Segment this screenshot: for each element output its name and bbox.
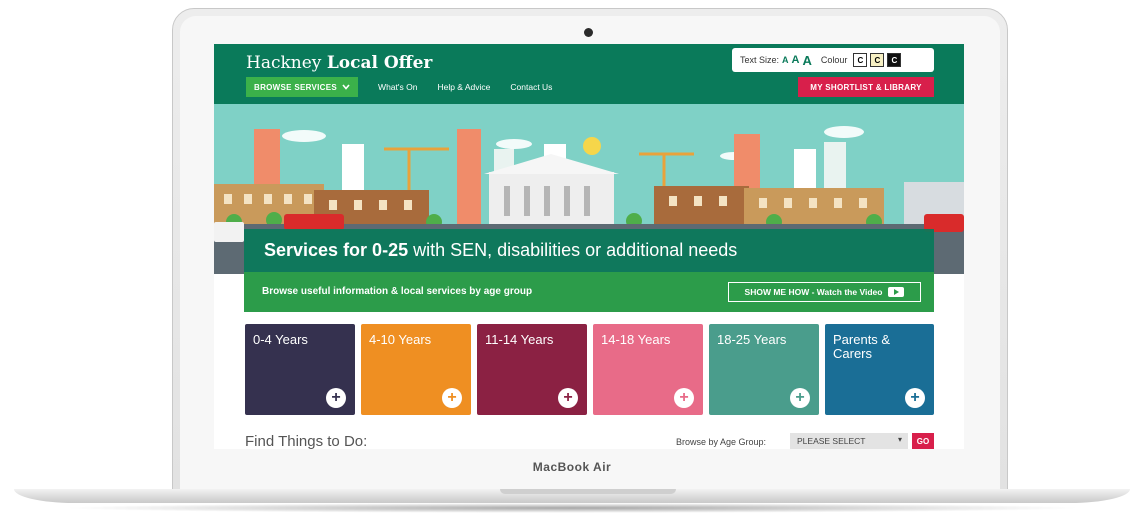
tile-label: 4-10 Years bbox=[369, 332, 432, 347]
tile-14-18-years[interactable]: 14-18 Years + bbox=[593, 324, 703, 415]
nav-whats-on[interactable]: What's On bbox=[378, 82, 417, 92]
text-size-label: Text Size: bbox=[740, 55, 780, 65]
browse-age-group-label: Browse by Age Group: bbox=[676, 437, 767, 447]
tile-0-4-years[interactable]: 0-4 Years + bbox=[245, 324, 355, 415]
brand-bold: Local Offer bbox=[326, 53, 433, 73]
watch-video-button[interactable]: SHOW ME HOW - Watch the Video bbox=[728, 282, 921, 302]
go-button[interactable]: GO bbox=[912, 433, 934, 449]
text-size-medium[interactable]: A bbox=[792, 54, 800, 66]
plus-icon[interactable]: + bbox=[558, 388, 578, 408]
tile-label: 18-25 Years bbox=[717, 332, 787, 347]
colour-white-swatch[interactable]: C bbox=[853, 53, 868, 67]
watch-video-label: SHOW ME HOW - Watch the Video bbox=[744, 287, 883, 297]
text-size-small[interactable]: A bbox=[782, 55, 789, 65]
chevron-down-icon bbox=[342, 84, 350, 90]
age-group-select-value: PLEASE SELECT bbox=[797, 436, 866, 446]
camera-icon bbox=[584, 28, 593, 37]
main-nav: BROWSE SERVICES What's On Help & Advice … bbox=[246, 77, 552, 97]
laptop-screen: Hackney Local Offer Text Size: A A A Col… bbox=[214, 44, 964, 449]
hero-title-bold: Services for 0-25 bbox=[264, 240, 409, 260]
tile-label: Parents & Carers bbox=[833, 332, 891, 361]
laptop-shadow bbox=[60, 503, 1084, 513]
accessibility-bar: Text Size: A A A Colour C C C bbox=[732, 48, 934, 72]
hero-subtitle: Browse useful information & local servic… bbox=[262, 286, 533, 297]
tile-4-10-years[interactable]: 4-10 Years + bbox=[361, 324, 471, 415]
colour-black-swatch[interactable]: C bbox=[887, 53, 902, 67]
tile-18-25-years[interactable]: 18-25 Years + bbox=[709, 324, 819, 415]
tile-parents-carers[interactable]: Parents & Carers + bbox=[825, 324, 934, 415]
hero-title-band: Services for 0-25 with SEN, disabilities… bbox=[244, 229, 934, 272]
nav-help-advice[interactable]: Help & Advice bbox=[437, 82, 490, 92]
tile-label: 11-14 Years bbox=[485, 332, 554, 347]
colour-label: Colour bbox=[820, 55, 848, 65]
tile-11-14-years[interactable]: 11-14 Years + bbox=[477, 324, 587, 415]
hero-title-rest: with SEN, disabilities or additional nee… bbox=[408, 240, 738, 260]
hero-banner: Services for 0-25 with SEN, disabilities… bbox=[214, 104, 964, 274]
find-things-heading: Find Things to Do: bbox=[245, 433, 368, 449]
age-group-select[interactable]: PLEASE SELECT ▾ bbox=[790, 433, 908, 449]
colour-cream-swatch[interactable]: C bbox=[870, 53, 885, 67]
play-icon bbox=[888, 287, 905, 297]
browse-services-label: BROWSE SERVICES bbox=[254, 82, 338, 92]
site-logo[interactable]: Hackney Local Offer bbox=[246, 53, 432, 73]
site-header: Hackney Local Offer Text Size: A A A Col… bbox=[214, 44, 964, 104]
plus-icon[interactable]: + bbox=[790, 388, 810, 408]
hero-subtitle-band: Browse useful information & local servic… bbox=[244, 272, 934, 312]
plus-icon[interactable]: + bbox=[442, 388, 462, 408]
laptop-base-notch bbox=[500, 489, 676, 494]
browse-services-button[interactable]: BROWSE SERVICES bbox=[246, 77, 359, 97]
nav-contact-us[interactable]: Contact Us bbox=[510, 82, 552, 92]
plus-icon[interactable]: + bbox=[326, 388, 346, 408]
hero-title: Services for 0-25 with SEN, disabilities… bbox=[264, 240, 737, 261]
tile-label: 0-4 Years bbox=[253, 332, 308, 347]
model-label: MacBook Air bbox=[532, 460, 612, 474]
brand-prefix: Hackney bbox=[246, 53, 322, 73]
caret-down-icon: ▾ bbox=[897, 435, 902, 444]
plus-icon[interactable]: + bbox=[905, 388, 925, 408]
age-group-tiles: 0-4 Years + 4-10 Years + 11-14 Years + 1… bbox=[245, 324, 934, 415]
tile-label: 14-18 Years bbox=[601, 332, 671, 347]
shortlist-library-button[interactable]: MY SHORTLIST & LIBRARY bbox=[798, 77, 934, 97]
text-size-large[interactable]: A bbox=[802, 53, 811, 68]
plus-icon[interactable]: + bbox=[674, 388, 694, 408]
